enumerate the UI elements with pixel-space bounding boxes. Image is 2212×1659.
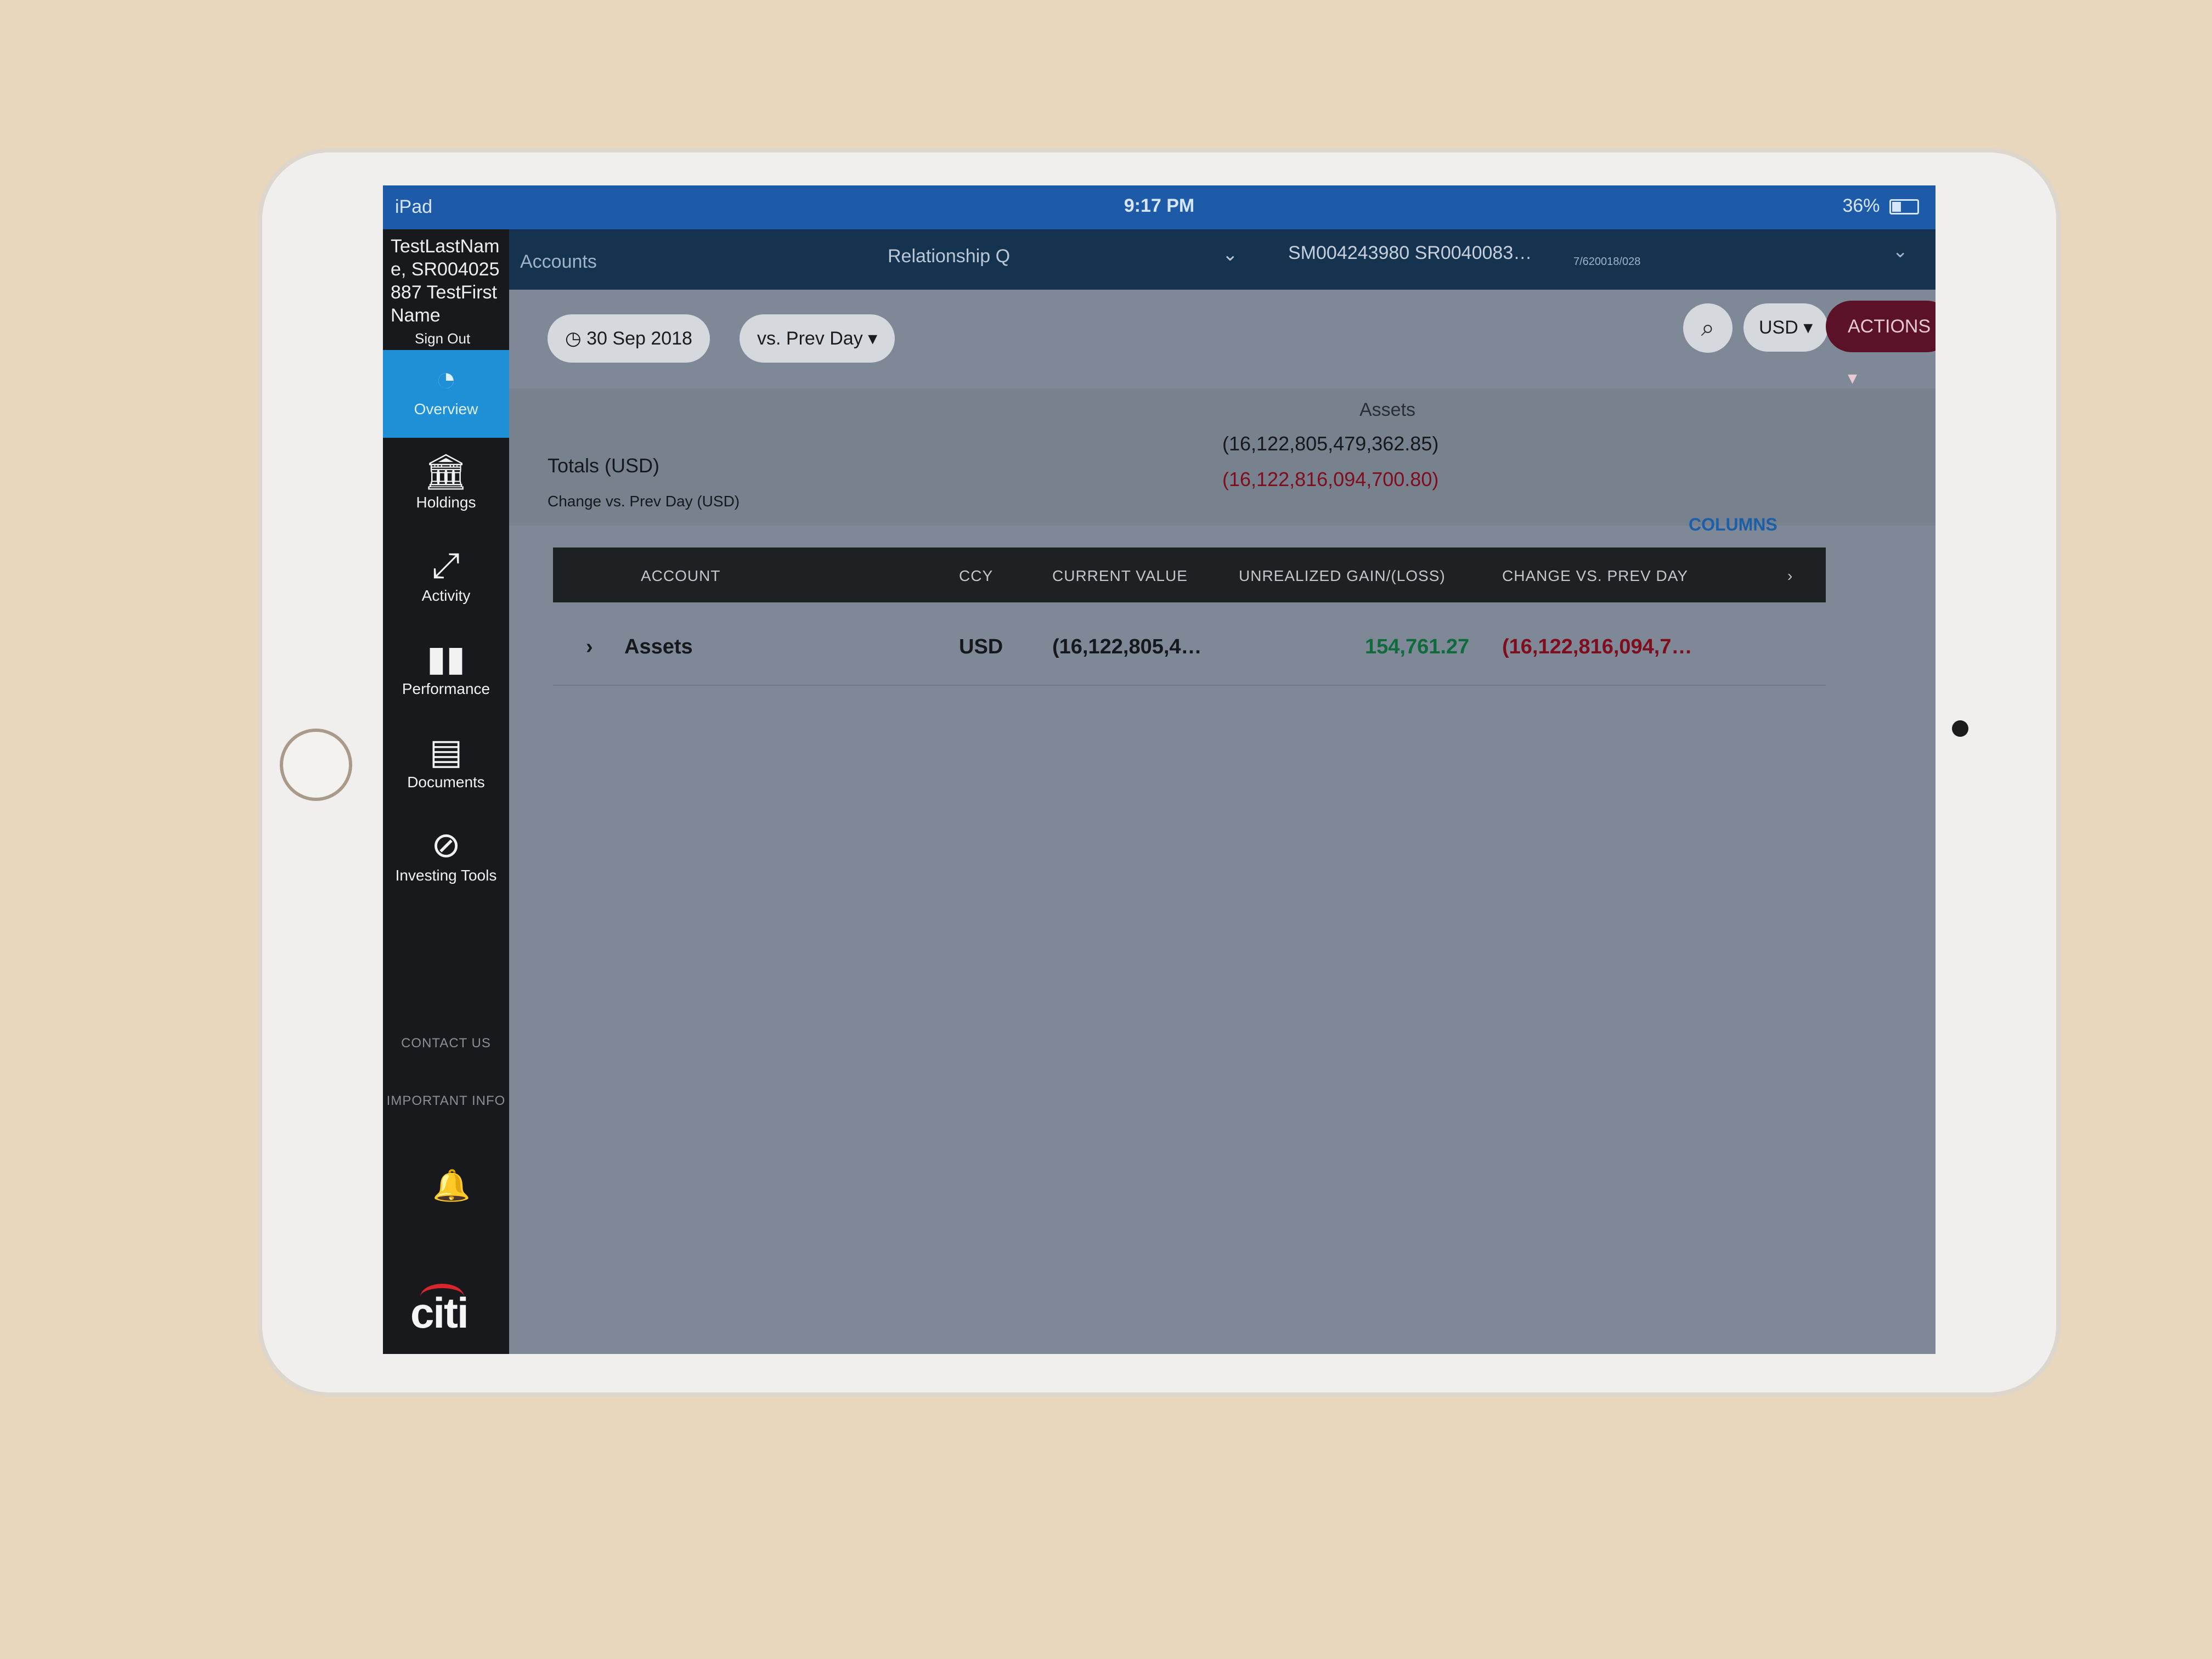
- clock: 9:17 PM: [1124, 195, 1195, 216]
- user-info: TestLastName, SR004025887 TestFirstName …: [383, 229, 509, 356]
- relationship-selector[interactable]: Relationship Q: [888, 246, 1010, 267]
- compare-value: vs. Prev Day: [757, 328, 863, 349]
- account-selector[interactable]: SM004243980 SR0040083…: [1288, 242, 1532, 264]
- date-picker[interactable]: ◷ 30 Sep 2018: [548, 314, 710, 363]
- battery-status: 36%: [1842, 195, 1919, 217]
- currency-value: USD: [1759, 317, 1798, 338]
- assets-total-value: (16,122,805,479,362.85): [1222, 432, 1439, 455]
- change-label: Change vs. Prev Day (USD): [548, 493, 740, 510]
- app-screen: iPad 9:17 PM 36% TestLastName, SR0040258…: [383, 185, 1936, 1354]
- arrows-icon: ⤢: [432, 545, 460, 585]
- document-lock-icon: ▤: [429, 732, 463, 771]
- chevron-down-icon[interactable]: ⌄: [1222, 244, 1238, 266]
- bank-icon: 🏛: [424, 452, 469, 492]
- header-ccy[interactable]: CCY: [959, 567, 993, 585]
- home-button[interactable]: [280, 729, 352, 801]
- sidebar-item-investing-tools[interactable]: ⊘ Investing Tools: [383, 816, 509, 904]
- clock-icon: ◷: [565, 328, 587, 349]
- cell-current-value: (16,122,805,4…: [1052, 635, 1202, 658]
- cell-change: (16,122,816,094,7…: [1502, 635, 1692, 658]
- totals-label: Totals (USD): [548, 454, 660, 477]
- accounts-tab[interactable]: Accounts: [520, 251, 597, 273]
- header-unrealized[interactable]: UNREALIZED GAIN/(LOSS): [1239, 567, 1446, 585]
- totals-panel: Assets Totals (USD) Change vs. Prev Day …: [509, 388, 1936, 526]
- sidebar-item-label: Holdings: [416, 494, 476, 511]
- ipad-frame: iPad 9:17 PM 36% TestLastName, SR0040258…: [258, 148, 2061, 1397]
- cell-ccy: USD: [959, 635, 1003, 658]
- actions-label: ACTIONS: [1848, 316, 1931, 337]
- battery-percent: 36%: [1842, 195, 1880, 216]
- sidebar-item-label: Activity: [421, 587, 471, 604]
- sign-out-link[interactable]: Sign Out: [415, 327, 501, 350]
- cell-account: Assets: [624, 635, 693, 658]
- table-header: ACCOUNT CCY CURRENT VALUE UNREALIZED GAI…: [553, 548, 1826, 602]
- search-button[interactable]: ⌕: [1683, 303, 1733, 353]
- expand-chevron-icon[interactable]: ›: [586, 635, 593, 659]
- citi-logo: citi: [410, 1284, 469, 1338]
- sidebar-item-overview[interactable]: ◔ Overview: [383, 350, 509, 438]
- sidebar-item-label: Overview: [414, 400, 478, 417]
- chevron-down-icon[interactable]: ⌄: [1893, 240, 1909, 262]
- actions-button[interactable]: ACTIONS ▾: [1826, 301, 1936, 388]
- header-current-value[interactable]: CURRENT VALUE: [1052, 567, 1188, 585]
- sidebar-item-label: Performance: [402, 680, 490, 697]
- columns-link[interactable]: COLUMNS: [1689, 515, 1778, 535]
- cell-unrealized: 154,761.27: [1365, 635, 1470, 658]
- assets-change-value: (16,122,816,094,700.80): [1222, 468, 1439, 490]
- sidebar-item-holdings[interactable]: 🏛 Holdings: [383, 443, 509, 531]
- sidebar-item-performance[interactable]: ▮▮ Performance: [383, 630, 509, 718]
- search-icon: ⌕: [1701, 314, 1715, 341]
- assets-column-label: Assets: [1359, 399, 1416, 420]
- contact-us-link[interactable]: CONTACT US: [383, 1036, 509, 1051]
- caret-down-icon: ▾: [1803, 317, 1813, 338]
- table-row[interactable]: › Assets USD (16,122,805,4… 154,761.27 (…: [553, 613, 1826, 686]
- ios-status-bar: iPad 9:17 PM 36%: [383, 185, 1936, 229]
- currency-dropdown[interactable]: USD ▾: [1743, 303, 1829, 352]
- sidebar-item-label: Documents: [407, 774, 485, 791]
- caret-down-icon: ▾: [868, 328, 878, 349]
- sidebar-item-documents[interactable]: ▤ Documents: [383, 723, 509, 811]
- compare-dropdown[interactable]: vs. Prev Day ▾: [740, 314, 895, 363]
- sidebar: TestLastName, SR004025887 TestFirstName …: [383, 229, 509, 1354]
- user-name: TestLastName, SR004025887 TestFirstName: [391, 236, 500, 326]
- caret-down-icon: ▾: [1848, 368, 1858, 388]
- account-number: 7/620018/028: [1573, 256, 1641, 268]
- compass-icon: ⊘: [431, 825, 461, 865]
- battery-icon: [1889, 199, 1919, 215]
- important-info-link[interactable]: IMPORTANT INFO: [383, 1093, 509, 1109]
- sidebar-item-activity[interactable]: ⤢ Activity: [383, 537, 509, 624]
- sidebar-item-label: Investing Tools: [395, 867, 497, 884]
- bar-chart-icon: ▮▮: [426, 639, 466, 678]
- bell-icon[interactable]: 🔔: [432, 1167, 471, 1204]
- header-account[interactable]: ACCOUNT: [641, 567, 720, 585]
- top-navigation: Accounts Relationship Q ⌄ SM004243980 SR…: [509, 229, 1936, 290]
- date-value: 30 Sep 2018: [586, 328, 692, 349]
- speedometer-icon: ◔: [435, 359, 457, 398]
- chevron-right-icon[interactable]: ›: [1787, 567, 1793, 585]
- camera: [1952, 720, 1968, 737]
- header-change[interactable]: CHANGE VS. PREV DAY: [1502, 567, 1688, 585]
